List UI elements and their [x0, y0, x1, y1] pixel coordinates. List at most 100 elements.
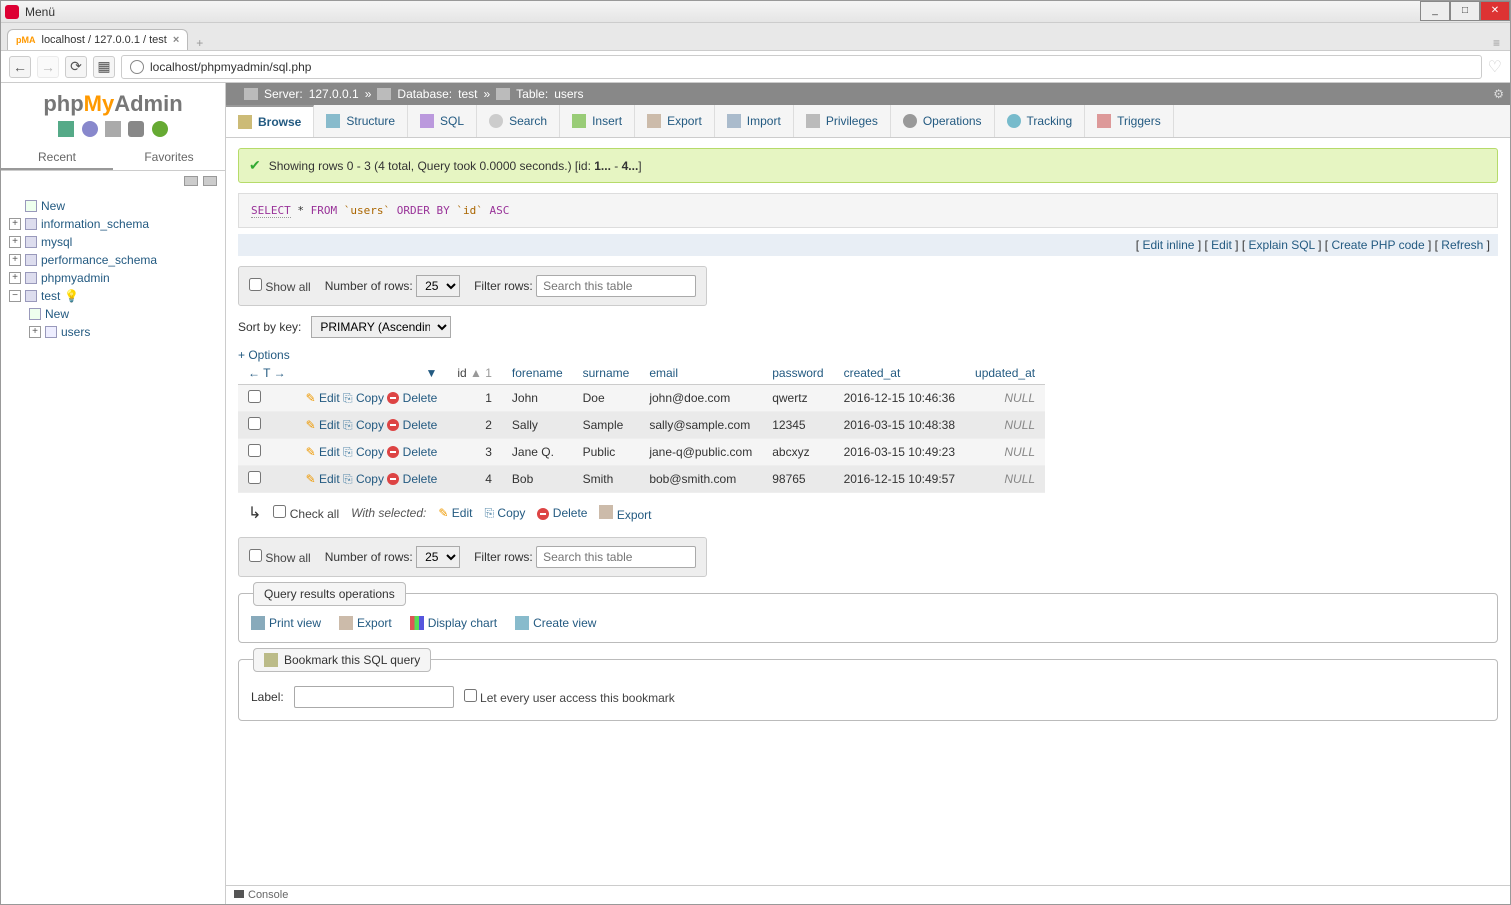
- row-checkbox[interactable]: [248, 471, 261, 484]
- row-delete[interactable]: Delete: [387, 418, 437, 432]
- tab-tracking[interactable]: Tracking: [995, 105, 1086, 137]
- apps-button[interactable]: ▦: [93, 56, 115, 78]
- row-delete[interactable]: Delete: [387, 445, 437, 459]
- browser-tab[interactable]: pMA localhost / 127.0.0.1 / test ×: [7, 29, 188, 50]
- link-icon[interactable]: [203, 176, 217, 186]
- row-checkbox[interactable]: [248, 417, 261, 430]
- address-bar[interactable]: localhost/phpmyadmin/sql.php: [121, 55, 1482, 79]
- tab-search[interactable]: Search: [477, 105, 560, 137]
- tree-db[interactable]: +information_schema: [9, 215, 217, 233]
- show-all-checkbox[interactable]: [249, 278, 262, 291]
- tree-db-test[interactable]: −test 💡: [9, 287, 217, 305]
- docs-icon[interactable]: [105, 121, 121, 137]
- tree-table-users[interactable]: +users: [9, 323, 217, 341]
- tree-new-table[interactable]: New: [9, 305, 217, 323]
- tab-structure[interactable]: Structure: [314, 105, 408, 137]
- sidebar-tab-recent[interactable]: Recent: [1, 146, 113, 170]
- tab-menu-icon[interactable]: ≡: [1493, 36, 1500, 50]
- row-edit[interactable]: ✎ Edit: [306, 418, 340, 432]
- reload-button[interactable]: ⟳: [65, 56, 87, 78]
- bookmark-public-checkbox[interactable]: [464, 689, 477, 702]
- row-copy[interactable]: ⎘ Copy: [343, 445, 384, 459]
- reload-icon[interactable]: [152, 121, 168, 137]
- breadcrumb-table[interactable]: users: [554, 87, 583, 101]
- create-php-link[interactable]: Create PHP code: [1331, 238, 1424, 252]
- bulk-edit[interactable]: ✎ Edit: [438, 506, 472, 520]
- home-icon[interactable]: [58, 121, 74, 137]
- breadcrumb-database[interactable]: test: [458, 87, 477, 101]
- new-tab-button[interactable]: +: [196, 36, 203, 50]
- cell-created: 2016-12-15 10:49:57: [834, 466, 965, 493]
- filter-input-bottom[interactable]: [536, 546, 696, 568]
- collapse-tree-icon[interactable]: [184, 176, 198, 186]
- tree-new[interactable]: New: [9, 197, 217, 215]
- col-email[interactable]: email: [639, 362, 762, 385]
- cell-created: 2016-03-15 10:49:23: [834, 439, 965, 466]
- row-copy[interactable]: ⎘ Copy: [343, 472, 384, 486]
- tab-browse[interactable]: Browse: [226, 105, 314, 137]
- filter-input[interactable]: [536, 275, 696, 297]
- bulk-delete[interactable]: Delete: [537, 506, 587, 520]
- tab-operations[interactable]: Operations: [891, 105, 995, 137]
- tree-db[interactable]: +mysql: [9, 233, 217, 251]
- bookmark-heart-icon[interactable]: ♡: [1488, 57, 1502, 77]
- col-id[interactable]: id ▲ 1: [447, 362, 502, 385]
- row-delete[interactable]: Delete: [387, 472, 437, 486]
- browse-icon: [238, 115, 252, 129]
- col-created[interactable]: created_at: [834, 362, 965, 385]
- tab-export[interactable]: Export: [635, 105, 715, 137]
- tree-db[interactable]: +phpmyadmin: [9, 269, 217, 287]
- page-settings-icon[interactable]: ⚙: [1493, 87, 1504, 101]
- settings-icon[interactable]: [128, 121, 144, 137]
- show-all-checkbox-bottom[interactable]: [249, 549, 262, 562]
- console-bar[interactable]: Console: [226, 885, 1510, 904]
- refresh-link[interactable]: Refresh: [1441, 238, 1483, 252]
- row-edit[interactable]: ✎ Edit: [306, 472, 340, 486]
- forward-button[interactable]: →: [37, 56, 59, 78]
- query-action-links: [ Edit inline ] [ Edit ] [ Explain SQL ]…: [238, 234, 1498, 256]
- close-button[interactable]: ✕: [1480, 1, 1510, 21]
- sidebar-tab-favorites[interactable]: Favorites: [113, 146, 225, 170]
- check-all-checkbox[interactable]: [273, 505, 286, 518]
- breadcrumb-server[interactable]: 127.0.0.1: [309, 87, 359, 101]
- rows-select[interactable]: 25: [416, 275, 460, 297]
- row-copy[interactable]: ⎘ Copy: [343, 391, 384, 405]
- tab-sql[interactable]: SQL: [408, 105, 477, 137]
- minimize-button[interactable]: _: [1420, 1, 1450, 21]
- logout-icon[interactable]: [82, 121, 98, 137]
- explain-sql-link[interactable]: Explain SQL: [1249, 238, 1315, 252]
- back-button[interactable]: ←: [9, 56, 31, 78]
- tab-insert[interactable]: Insert: [560, 105, 635, 137]
- col-password[interactable]: password: [762, 362, 833, 385]
- col-forename[interactable]: forename: [502, 362, 573, 385]
- edit-inline-link[interactable]: Edit inline: [1142, 238, 1194, 252]
- print-view-link[interactable]: Print view: [251, 616, 321, 630]
- tab-triggers[interactable]: Triggers: [1085, 105, 1174, 137]
- export-link[interactable]: Export: [339, 616, 392, 630]
- row-checkbox[interactable]: [248, 390, 261, 403]
- tab-privileges[interactable]: Privileges: [794, 105, 891, 137]
- tab-close-icon[interactable]: ×: [173, 34, 179, 46]
- row-edit[interactable]: ✎ Edit: [306, 391, 340, 405]
- tab-import[interactable]: Import: [715, 105, 794, 137]
- bulk-copy[interactable]: ⎘ Copy: [484, 506, 525, 521]
- options-toggle[interactable]: + Options: [238, 348, 1498, 362]
- row-checkbox[interactable]: [248, 444, 261, 457]
- tree-db[interactable]: +performance_schema: [9, 251, 217, 269]
- create-view-link[interactable]: Create view: [515, 616, 596, 630]
- maximize-button[interactable]: □: [1450, 1, 1480, 21]
- col-actions[interactable]: ▼: [296, 362, 448, 385]
- sort-select[interactable]: PRIMARY (Ascending): [311, 316, 451, 338]
- bulk-export[interactable]: Export: [599, 505, 651, 522]
- row-delete[interactable]: Delete: [387, 391, 437, 405]
- display-chart-link[interactable]: Display chart: [410, 616, 497, 630]
- row-copy[interactable]: ⎘ Copy: [343, 418, 384, 432]
- phpmyadmin-logo[interactable]: phpMyAdmin: [1, 91, 225, 117]
- menu-button[interactable]: Menü: [25, 5, 55, 19]
- col-surname[interactable]: surname: [573, 362, 640, 385]
- row-edit[interactable]: ✎ Edit: [306, 445, 340, 459]
- edit-link[interactable]: Edit: [1211, 238, 1232, 252]
- rows-select-bottom[interactable]: 25: [416, 546, 460, 568]
- bookmark-label-input[interactable]: [294, 686, 454, 708]
- col-updated[interactable]: updated_at: [965, 362, 1045, 385]
